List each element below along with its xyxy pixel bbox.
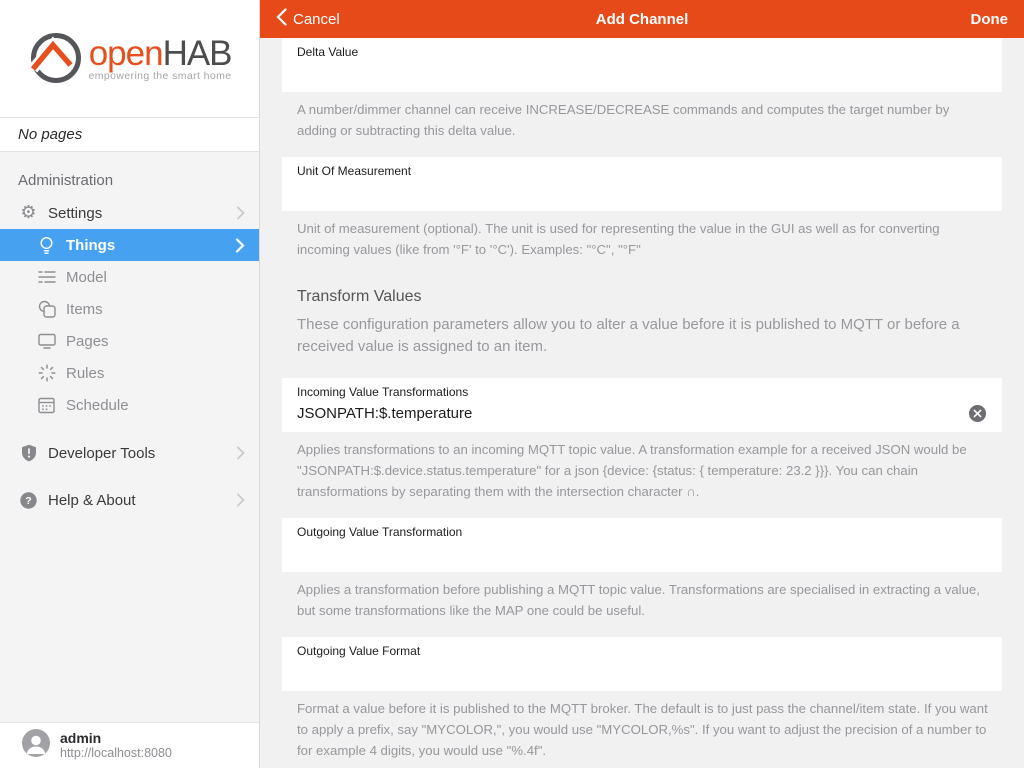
sidebar-item-rules[interactable]: Rules — [0, 357, 259, 389]
outgoing-value-transformation-input[interactable] — [297, 539, 987, 572]
question-circle-icon: ? — [18, 492, 39, 509]
incoming-value-transformations-input[interactable] — [297, 399, 968, 432]
burst-icon — [36, 364, 57, 382]
field-card-incoming-value-transformations: Incoming Value Transformations — [282, 378, 1002, 432]
sidebar-item-settings[interactable]: ⚙ Settings — [0, 197, 259, 229]
gear-icon: ⚙ — [18, 204, 39, 222]
field-label: Unit Of Measurement — [297, 157, 987, 178]
chevron-right-icon — [236, 446, 245, 460]
sidebar-item-pages[interactable]: Pages — [0, 325, 259, 357]
main-panel: Cancel Add Channel Done Delta Value A nu… — [260, 0, 1024, 768]
sidebar-item-things[interactable]: Things — [0, 229, 259, 261]
shield-exclamation-icon — [18, 444, 39, 462]
unit-of-measurement-input[interactable] — [297, 178, 987, 211]
field-description: A number/dimmer channel can receive INCR… — [297, 99, 988, 141]
outgoing-value-format-input[interactable] — [297, 658, 987, 691]
page-title: Add Channel — [260, 11, 1024, 28]
form-content: Delta Value A number/dimmer channel can … — [260, 38, 1024, 768]
chevron-right-icon — [236, 493, 245, 507]
administration-section-label: Administration — [0, 152, 259, 197]
field-description: Format a value before it is published to… — [297, 698, 988, 761]
sidebar-item-items[interactable]: Items — [0, 293, 259, 325]
sidebar-item-label: Schedule — [66, 397, 129, 414]
no-pages-label: No pages — [0, 117, 259, 152]
brand-wordmark: openHAB — [89, 36, 232, 71]
chevron-right-icon — [236, 206, 245, 220]
field-card-delta-value: Delta Value — [282, 38, 1002, 92]
sidebar-item-model[interactable]: Model — [0, 261, 259, 293]
sidebar-item-label: Rules — [66, 365, 104, 382]
chevron-left-icon — [276, 8, 287, 30]
calendar-icon — [36, 397, 57, 414]
openhab-logo: openHAB empowering the smart home — [27, 27, 231, 90]
section-description: These configuration parameters allow you… — [297, 314, 988, 358]
cancel-button[interactable]: Cancel — [276, 8, 340, 30]
field-card-outgoing-value-transformation: Outgoing Value Transformation — [282, 518, 1002, 572]
user-name: admin — [60, 730, 172, 747]
lightbulb-icon — [36, 236, 57, 255]
field-description: Applies transformations to an incoming M… — [297, 439, 988, 502]
logo-area: openHAB empowering the smart home — [0, 0, 259, 117]
field-label: Outgoing Value Format — [297, 637, 987, 658]
clear-input-button[interactable] — [968, 404, 987, 427]
square-on-circle-icon — [36, 300, 57, 318]
sidebar-item-label: Developer Tools — [48, 445, 155, 462]
delta-value-input[interactable] — [297, 59, 987, 92]
sidebar-item-label: Pages — [66, 333, 109, 350]
sidebar-item-label: Settings — [48, 205, 102, 222]
sidebar-spacer — [0, 516, 259, 722]
field-label: Incoming Value Transformations — [297, 378, 987, 399]
avatar — [22, 729, 50, 762]
field-label: Outgoing Value Transformation — [297, 518, 987, 539]
sidebar-item-label: Help & About — [48, 492, 136, 509]
brand-tagline: empowering the smart home — [88, 70, 231, 82]
svg-text:?: ? — [25, 495, 31, 507]
user-panel[interactable]: admin http://localhost:8080 — [0, 722, 259, 768]
sidebar-item-label: Items — [66, 301, 103, 318]
monitor-icon — [36, 333, 57, 349]
user-server-url: http://localhost:8080 — [60, 746, 172, 761]
field-description: Unit of measurement (optional). The unit… — [297, 218, 988, 260]
openhab-emblem-icon — [27, 27, 83, 90]
sidebar-item-label: Things — [66, 237, 115, 254]
sidebar-item-label: Model — [66, 269, 107, 286]
field-description: Applies a transformation before publishi… — [297, 579, 988, 621]
chevron-right-icon — [235, 238, 245, 253]
field-card-outgoing-value-format: Outgoing Value Format — [282, 637, 1002, 691]
field-card-unit-of-measurement: Unit Of Measurement — [282, 157, 1002, 211]
field-label: Delta Value — [297, 38, 987, 59]
sidebar-item-help-about[interactable]: ? Help & About — [0, 484, 259, 516]
model-tree-icon — [36, 270, 57, 284]
sidebar-item-schedule[interactable]: Schedule — [0, 389, 259, 421]
done-button[interactable]: Done — [971, 11, 1009, 28]
add-channel-navbar: Cancel Add Channel Done — [260, 0, 1024, 38]
sidebar: openHAB empowering the smart home No pag… — [0, 0, 260, 768]
sidebar-item-developer-tools[interactable]: Developer Tools — [0, 437, 259, 469]
section-title-transform-values: Transform Values — [297, 288, 987, 306]
